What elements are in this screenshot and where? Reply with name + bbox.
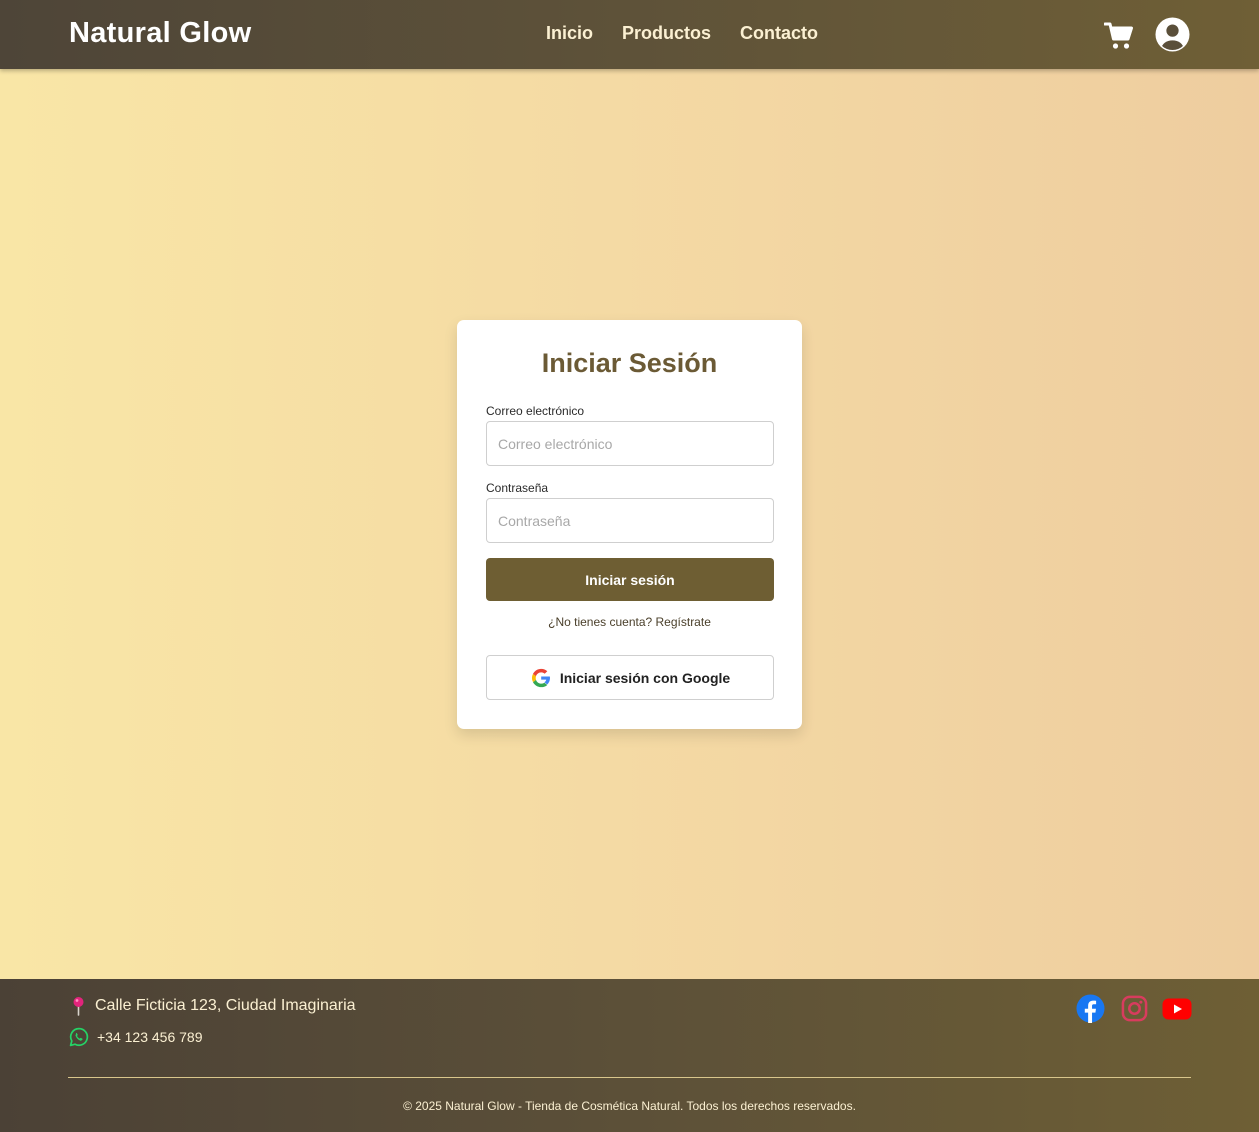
main-nav: Inicio Productos Contacto [546,23,847,44]
login-title: Iniciar Sesión [541,348,718,378]
social-links [1076,994,1192,1023]
map-pin-icon [73,997,84,1016]
email-field[interactable] [486,421,774,466]
header-actions [1104,17,1190,52]
user-circle-icon[interactable] [1155,17,1190,52]
register-link[interactable]: ¿No tienes cuenta? Regístrate [457,615,802,629]
nav-link-inicio[interactable]: Inicio [546,23,593,44]
footer-divider [68,1077,1191,1078]
google-login-label: Iniciar sesión con Google [559,669,731,686]
password-field[interactable] [486,498,774,543]
footer-address: Calle Ficticia 123, Ciudad Imaginaria [69,996,356,1016]
login-button[interactable]: Iniciar sesión [486,558,774,601]
footer-phone: +34 123 456 789 [69,1027,203,1047]
facebook-icon[interactable] [1076,994,1105,1023]
email-label: Correo electrónico [486,404,585,418]
copyright-text: © 2025 Natural Glow - Tienda de Cosmétic… [403,1099,856,1113]
nav-link-contacto[interactable]: Contacto [740,23,818,44]
phone-text: +34 123 456 789 [97,1029,203,1045]
google-icon [531,668,550,687]
whatsapp-icon [69,1027,89,1047]
site-header: Natural Glow Inicio Productos Contacto [0,0,1259,69]
nav-link-productos[interactable]: Productos [622,23,711,44]
instagram-icon[interactable] [1121,995,1148,1022]
brand-logo[interactable]: Natural Glow [69,17,251,50]
login-card: Iniciar Sesión Correo electrónico Contra… [457,320,802,729]
google-login-button[interactable]: Iniciar sesión con Google [486,655,774,700]
site-footer: Calle Ficticia 123, Ciudad Imaginaria +3… [0,979,1259,1132]
cart-icon[interactable] [1104,21,1134,51]
address-text: Calle Ficticia 123, Ciudad Imaginaria [95,997,356,1014]
password-label: Contraseña [486,481,549,495]
youtube-icon[interactable] [1162,998,1192,1020]
